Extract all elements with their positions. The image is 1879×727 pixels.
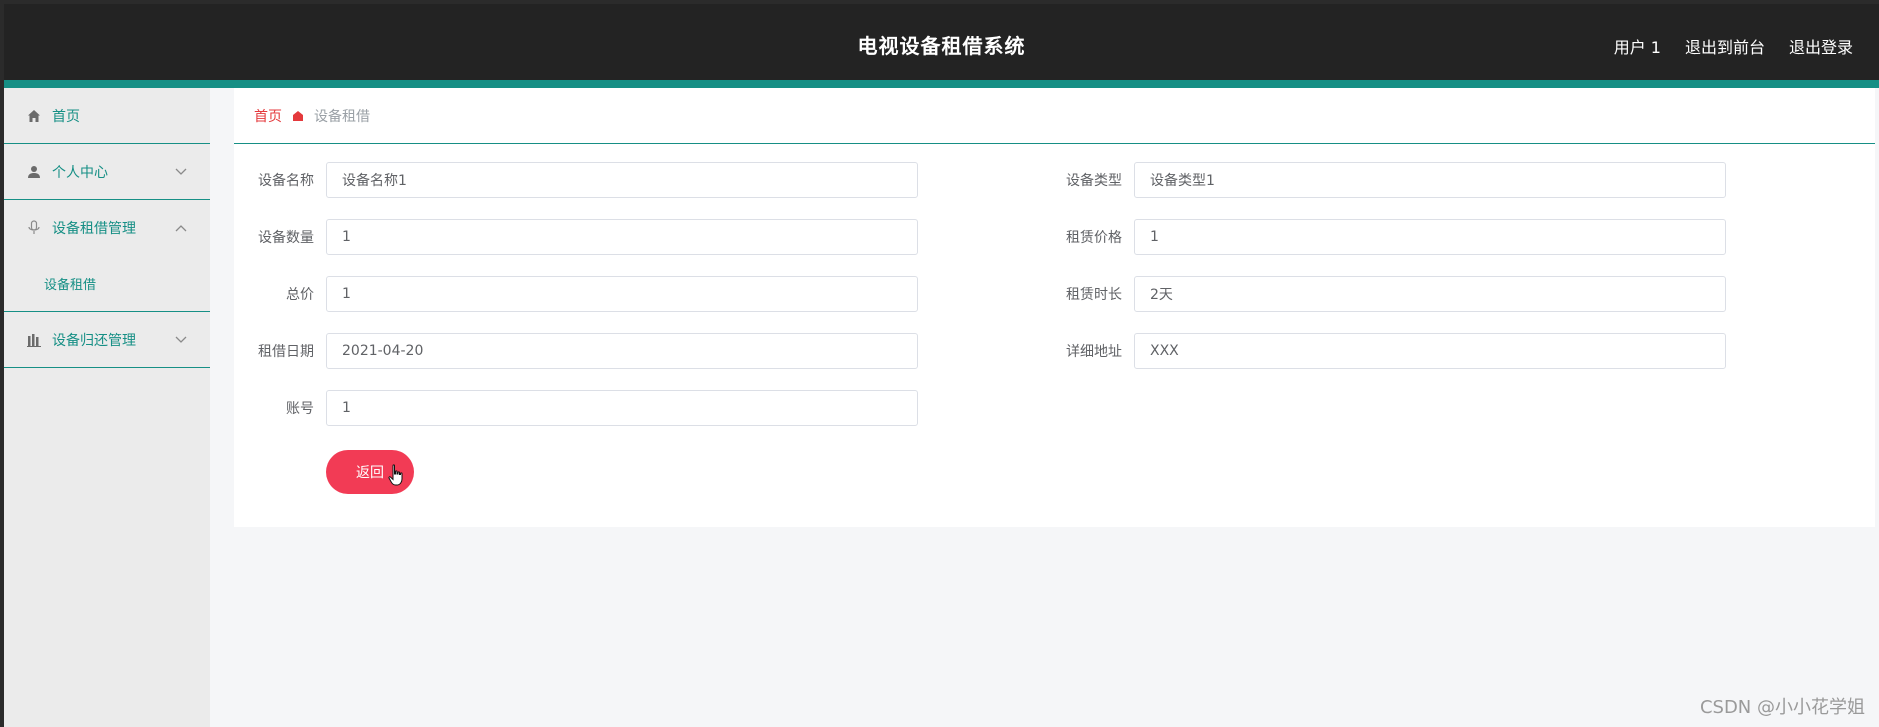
field-address: 详细地址 XXX	[1054, 333, 1726, 369]
field-label: 租赁价格	[1066, 230, 1122, 246]
field-label: 租赁时长	[1066, 287, 1122, 303]
field-total-price: 总价 1	[246, 276, 918, 312]
rental-date-input[interactable]: 2021-04-20	[326, 333, 918, 369]
field-rental-duration: 租赁时长 2天	[1054, 276, 1726, 312]
field-label: 设备数量	[258, 230, 314, 246]
field-device-type: 设备类型 设备类型1	[1054, 162, 1726, 198]
detail-card: 首页 设备租借 设备名称 设备名称1 设备类型 设备类型1 设备数量 1 租赁价…	[234, 88, 1875, 527]
field-rental-price: 租赁价格 1	[1054, 219, 1726, 255]
breadcrumb-separator-icon	[292, 110, 304, 122]
chevron-down-icon	[174, 165, 188, 179]
exit-to-front-link[interactable]: 退出到前台	[1685, 34, 1765, 58]
sidebar-item-label: 个人中心	[52, 164, 108, 181]
sidebar-item-rental-management[interactable]: 设备租借管理	[4, 200, 210, 256]
sidebar: 首页 个人中心 设备租借管理 设备租借 设备归还管理	[4, 88, 210, 727]
address-input[interactable]: XXX	[1134, 333, 1726, 369]
device-type-input[interactable]: 设备类型1	[1134, 162, 1726, 198]
breadcrumb: 首页 设备租借	[234, 88, 1875, 144]
top-header: 电视设备租借系统 用户 1 退出到前台 退出登录	[4, 4, 1879, 80]
rental-price-input[interactable]: 1	[1134, 219, 1726, 255]
user-icon	[26, 164, 42, 180]
sidebar-item-label: 设备租借管理	[52, 221, 136, 237]
sidebar-item-label: 设备归还管理	[52, 332, 136, 349]
sidebar-item-personal-center[interactable]: 个人中心	[4, 144, 210, 200]
field-label: 租借日期	[258, 344, 314, 360]
home-icon	[26, 108, 42, 124]
microphone-icon	[26, 220, 42, 236]
watermark: CSDN @小小花学姐	[1699, 697, 1865, 718]
header-links: 用户 1 退出到前台 退出登录	[1614, 34, 1853, 58]
app-frame: 电视设备租借系统 用户 1 退出到前台 退出登录 首页 个人中心 设备租借管理 …	[0, 0, 1879, 727]
logout-link[interactable]: 退出登录	[1789, 34, 1853, 58]
bar-chart-icon	[26, 332, 42, 348]
device-name-input[interactable]: 设备名称1	[326, 162, 918, 198]
field-label: 账号	[286, 401, 314, 417]
sidebar-item-home[interactable]: 首页	[4, 88, 210, 144]
field-account: 账号 1	[246, 390, 918, 426]
field-rental-date: 租借日期 2021-04-20	[246, 333, 918, 369]
user-link[interactable]: 用户 1	[1614, 34, 1661, 58]
field-label: 设备类型	[1066, 173, 1122, 189]
sidebar-subitem-device-rental[interactable]: 设备租借	[4, 256, 210, 312]
breadcrumb-current: 设备租借	[314, 108, 370, 125]
device-quantity-input[interactable]: 1	[326, 219, 918, 255]
header-accent-line	[4, 80, 1879, 88]
sidebar-item-label: 首页	[52, 108, 80, 125]
app-title: 电视设备租借系统	[857, 34, 1026, 58]
hand-pointer-icon	[388, 464, 406, 490]
field-label: 详细地址	[1066, 344, 1122, 360]
breadcrumb-home-link[interactable]: 首页	[254, 106, 282, 126]
chevron-down-icon	[174, 333, 188, 347]
chevron-up-icon	[174, 221, 188, 235]
field-device-quantity: 设备数量 1	[246, 219, 918, 255]
field-device-name: 设备名称 设备名称1	[246, 162, 918, 198]
field-label: 总价	[286, 287, 314, 303]
account-input[interactable]: 1	[326, 390, 918, 426]
sidebar-item-return-management[interactable]: 设备归还管理	[4, 312, 210, 368]
total-price-input[interactable]: 1	[326, 276, 918, 312]
field-label: 设备名称	[258, 173, 314, 189]
rental-duration-input[interactable]: 2天	[1134, 276, 1726, 312]
